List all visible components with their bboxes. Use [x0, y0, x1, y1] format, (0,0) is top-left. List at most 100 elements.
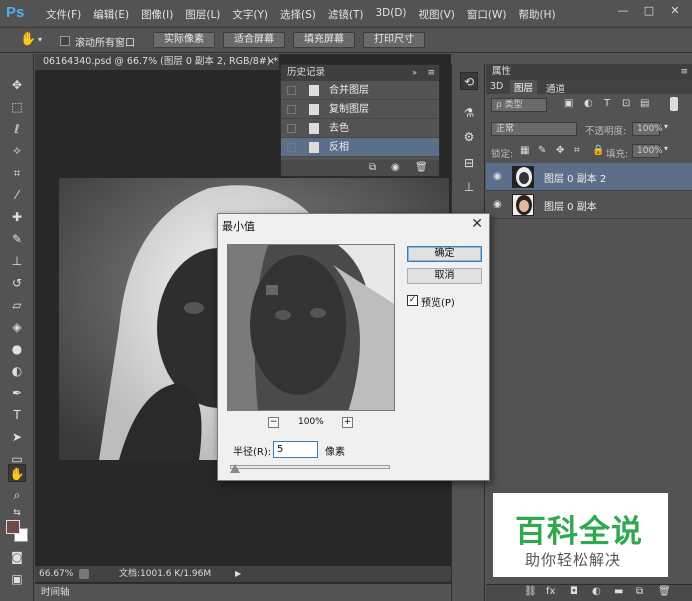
lock-image-icon[interactable]: ✎	[538, 145, 546, 156]
properties-icon[interactable]: ⊥	[460, 178, 478, 196]
delete-state-icon[interactable]: 🗑	[415, 162, 428, 173]
brush-presets-icon[interactable]: ⚗	[460, 104, 478, 122]
history-brush-tool-icon[interactable]: ↺	[8, 274, 26, 292]
tab-channels[interactable]: 通道	[546, 81, 565, 95]
adjustment-layer-icon[interactable]: ◐	[592, 586, 601, 597]
new-snapshot-icon[interactable]: ◉	[391, 162, 400, 173]
menu-layer[interactable]: 图层(L)	[179, 7, 226, 22]
ok-button[interactable]: 确定	[407, 246, 482, 262]
history-item[interactable]: 复制图层	[281, 100, 439, 119]
cancel-button[interactable]: 取消	[407, 268, 482, 284]
dialog-close-icon[interactable]: ✕	[471, 216, 483, 232]
layer-name[interactable]: 图层 0 副本	[544, 198, 597, 213]
menu-select[interactable]: 选择(S)	[274, 7, 322, 22]
filter-toggle-icon[interactable]	[670, 97, 678, 111]
hand-tool-icon[interactable]: ✋	[8, 464, 26, 482]
tool-preset-dropdown-icon[interactable]: ▾	[38, 35, 42, 44]
menu-image[interactable]: 图像(I)	[135, 7, 179, 22]
radius-input[interactable]: 5	[273, 441, 318, 458]
paint-bucket-tool-icon[interactable]: ◈	[8, 318, 26, 336]
tab-3d[interactable]: 3D	[490, 81, 503, 92]
new-layer-icon[interactable]: ⧉	[636, 586, 643, 597]
status-menu-arrow-icon[interactable]: ▶	[235, 566, 241, 582]
minimize-button[interactable]: —	[610, 2, 636, 20]
print-size-button[interactable]: 打印尺寸	[363, 32, 425, 48]
lock-all-icon[interactable]: 🔒	[592, 145, 604, 156]
fit-screen-button[interactable]: 适合屏幕	[223, 32, 285, 48]
menu-type[interactable]: 文字(Y)	[226, 7, 274, 22]
marquee-tool-icon[interactable]: ⬚	[8, 98, 26, 116]
layer-name[interactable]: 图层 0 副本 2	[544, 170, 606, 185]
move-tool-icon[interactable]: ✥	[8, 76, 26, 94]
new-document-from-state-icon[interactable]: ⧉	[369, 162, 376, 173]
history-source-checkbox[interactable]	[287, 124, 296, 133]
menu-file[interactable]: 文件(F)	[40, 7, 87, 22]
zoom-level[interactable]: 66.67%	[39, 566, 73, 582]
actual-pixels-button[interactable]: 实际像素	[153, 32, 215, 48]
filter-preview[interactable]	[227, 244, 395, 411]
lock-artboard-icon[interactable]: ⌗	[574, 145, 580, 156]
radius-slider-thumb[interactable]	[230, 464, 240, 473]
preview-checkbox[interactable]: ✓	[407, 295, 418, 306]
history-panel-title[interactable]: 历史记录	[287, 67, 325, 78]
timeline-panel-tab[interactable]: 时间轴	[35, 583, 451, 601]
history-source-checkbox[interactable]	[287, 86, 296, 95]
close-window-button[interactable]: ✕	[662, 2, 688, 20]
lock-position-icon[interactable]: ✥	[556, 145, 564, 156]
lasso-tool-icon[interactable]: ℓ	[8, 120, 26, 138]
fill-dropdown-icon[interactable]: ▾	[664, 144, 668, 153]
menu-window[interactable]: 窗口(W)	[461, 7, 513, 22]
visibility-eye-icon[interactable]: ◉	[493, 199, 502, 210]
scroll-all-checkbox[interactable]	[60, 36, 70, 46]
lock-transparent-icon[interactable]: ▦	[520, 145, 529, 156]
menu-help[interactable]: 帮助(H)	[513, 7, 562, 22]
foreground-color-swatch[interactable]	[6, 520, 20, 534]
tab-layers[interactable]: 图层	[510, 80, 538, 94]
zoom-in-button[interactable]: +	[342, 417, 353, 428]
layer-row[interactable]: ◉ 图层 0 副本	[486, 191, 692, 219]
type-tool-icon[interactable]: T	[8, 406, 26, 424]
eyedropper-tool-icon[interactable]: ⁄	[8, 186, 26, 204]
adjustments-icon[interactable]: ⚙	[460, 128, 478, 146]
path-selection-tool-icon[interactable]: ➤	[8, 428, 26, 446]
quick-mask-icon[interactable]: ◙	[8, 548, 26, 566]
delete-layer-icon[interactable]: 🗑	[658, 586, 671, 597]
opacity-field[interactable]: 100%	[632, 122, 663, 136]
history-item-selected[interactable]: 反相	[281, 138, 439, 157]
healing-brush-tool-icon[interactable]: ✚	[8, 208, 26, 226]
pen-tool-icon[interactable]: ✒	[8, 384, 26, 402]
menu-view[interactable]: 视图(V)	[413, 7, 461, 22]
layer-style-fx-icon[interactable]: fx	[546, 586, 555, 597]
panel-menu-icon[interactable]: ≡	[427, 65, 435, 81]
screen-mode-icon[interactable]: ▣	[8, 570, 26, 588]
eraser-tool-icon[interactable]: ▱	[8, 296, 26, 314]
panel-menu-icon[interactable]: ≡	[680, 64, 688, 80]
filter-adjustment-icon[interactable]: ◐	[584, 98, 593, 109]
visibility-eye-icon[interactable]: ◉	[493, 171, 502, 182]
filter-shape-icon[interactable]: ⊡	[622, 98, 630, 109]
filter-pixel-icon[interactable]: ▣	[564, 98, 573, 109]
close-document-icon[interactable]: ×	[267, 54, 275, 70]
menu-3d[interactable]: 3D(D)	[369, 7, 412, 22]
styles-icon[interactable]: ⊟	[460, 154, 478, 172]
magic-wand-tool-icon[interactable]: ✧	[8, 142, 26, 160]
crop-tool-icon[interactable]: ⌗	[8, 164, 26, 182]
status-icon[interactable]	[79, 569, 89, 579]
document-tab[interactable]: 06164340.psd @ 66.7% (图层 0 副本 2, RGB/8#)…	[35, 54, 280, 70]
history-source-checkbox[interactable]	[287, 143, 296, 152]
blend-mode-select[interactable]: 正常	[491, 122, 577, 136]
layer-filter-kind[interactable]: ρ 类型	[491, 98, 547, 112]
link-layers-icon[interactable]: ⛓	[524, 586, 537, 597]
zoom-out-button[interactable]: −	[268, 417, 279, 428]
menu-filter[interactable]: 滤镜(T)	[322, 7, 370, 22]
filter-smart-object-icon[interactable]: ▤	[640, 98, 649, 109]
fill-screen-button[interactable]: 填充屏幕	[293, 32, 355, 48]
opacity-dropdown-icon[interactable]: ▾	[664, 122, 668, 131]
panel-collapse-icon[interactable]: »	[412, 65, 417, 81]
menu-edit[interactable]: 编辑(E)	[87, 7, 135, 22]
add-mask-icon[interactable]: ◘	[570, 586, 578, 597]
radius-slider-track[interactable]	[230, 465, 390, 469]
properties-title[interactable]: 属性	[492, 66, 511, 77]
restore-button[interactable]: □	[636, 2, 662, 20]
history-item[interactable]: 去色	[281, 119, 439, 138]
